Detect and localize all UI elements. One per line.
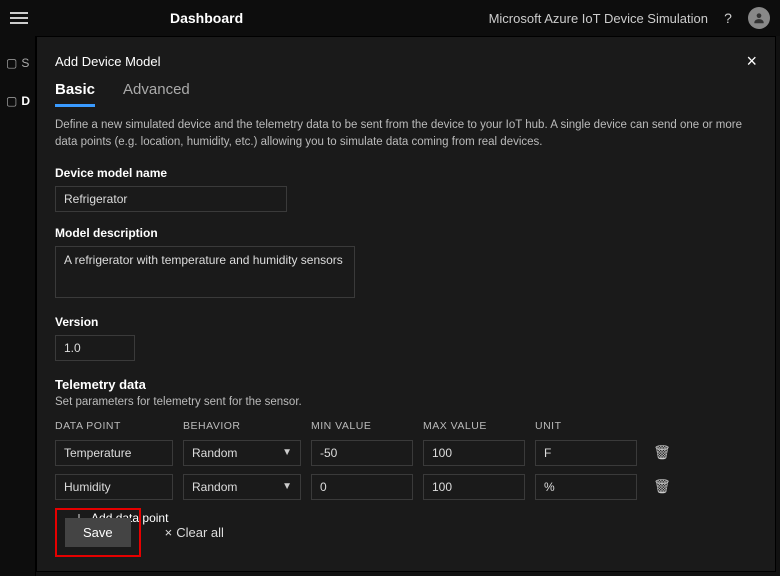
- table-row: Random ▼ 🗑: [55, 474, 757, 500]
- left-rail: ▢ S ▢ D: [0, 36, 36, 576]
- delete-row-icon[interactable]: 🗑: [653, 444, 671, 460]
- panel-title: Add Device Model: [55, 54, 161, 69]
- dashboard-title: Dashboard: [170, 10, 243, 26]
- rail-square-icon: ▢: [6, 94, 17, 108]
- chevron-down-icon: ▼: [282, 481, 292, 492]
- behavior-value: Random: [192, 480, 237, 494]
- device-name-input[interactable]: [55, 186, 287, 212]
- data-point-input[interactable]: [55, 474, 173, 500]
- model-desc-label: Model description: [55, 226, 757, 240]
- col-min-value: MIN VALUE: [311, 420, 423, 432]
- col-unit: UNIT: [535, 420, 647, 432]
- telemetry-header-row: DATA POINT BEHAVIOR MIN VALUE MAX VALUE …: [55, 420, 757, 432]
- rail-item-2[interactable]: ▢ D: [0, 94, 35, 108]
- delete-row-icon[interactable]: 🗑: [653, 478, 671, 494]
- tabs: Basic Advanced: [55, 81, 757, 107]
- min-value-input[interactable]: [311, 440, 413, 466]
- clear-all-button[interactable]: × Clear all: [165, 525, 224, 540]
- model-desc-input[interactable]: A refrigerator with temperature and humi…: [55, 246, 355, 298]
- close-icon[interactable]: ×: [746, 52, 757, 70]
- min-value-input[interactable]: [311, 474, 413, 500]
- max-value-input[interactable]: [423, 474, 525, 500]
- menu-icon[interactable]: [10, 8, 30, 28]
- help-icon[interactable]: ?: [720, 10, 736, 26]
- save-button[interactable]: Save: [65, 518, 131, 547]
- top-bar: Dashboard Microsoft Azure IoT Device Sim…: [0, 0, 780, 36]
- rail-item-1-label: S: [21, 56, 29, 70]
- behavior-select[interactable]: Random ▼: [183, 474, 301, 500]
- rail-square-icon: ▢: [6, 56, 17, 70]
- close-icon: ×: [165, 525, 173, 540]
- version-label: Version: [55, 315, 757, 329]
- panel-footer: Save × Clear all: [55, 508, 224, 557]
- version-input[interactable]: [55, 335, 135, 361]
- clear-all-label: Clear all: [176, 525, 224, 540]
- telemetry-heading: Telemetry data: [55, 377, 757, 392]
- max-value-input[interactable]: [423, 440, 525, 466]
- table-row: Random ▼ 🗑: [55, 440, 757, 466]
- rail-item-1[interactable]: ▢ S: [0, 56, 35, 70]
- tab-advanced[interactable]: Advanced: [123, 81, 190, 107]
- col-data-point: DATA POINT: [55, 420, 183, 432]
- telemetry-subheading: Set parameters for telemetry sent for th…: [55, 396, 757, 408]
- chevron-down-icon: ▼: [282, 447, 292, 458]
- product-name: Microsoft Azure IoT Device Simulation: [489, 11, 708, 26]
- behavior-value: Random: [192, 446, 237, 460]
- rail-item-2-label: D: [21, 94, 30, 108]
- avatar[interactable]: [748, 7, 770, 29]
- unit-input[interactable]: [535, 440, 637, 466]
- add-device-model-panel: Add Device Model × Basic Advanced Define…: [36, 36, 776, 572]
- panel-description: Define a new simulated device and the te…: [55, 117, 755, 152]
- data-point-input[interactable]: [55, 440, 173, 466]
- save-highlight: Save: [55, 508, 141, 557]
- device-name-label: Device model name: [55, 166, 757, 180]
- col-max-value: MAX VALUE: [423, 420, 535, 432]
- behavior-select[interactable]: Random ▼: [183, 440, 301, 466]
- col-behavior: BEHAVIOR: [183, 420, 311, 432]
- unit-input[interactable]: [535, 474, 637, 500]
- tab-basic[interactable]: Basic: [55, 81, 95, 107]
